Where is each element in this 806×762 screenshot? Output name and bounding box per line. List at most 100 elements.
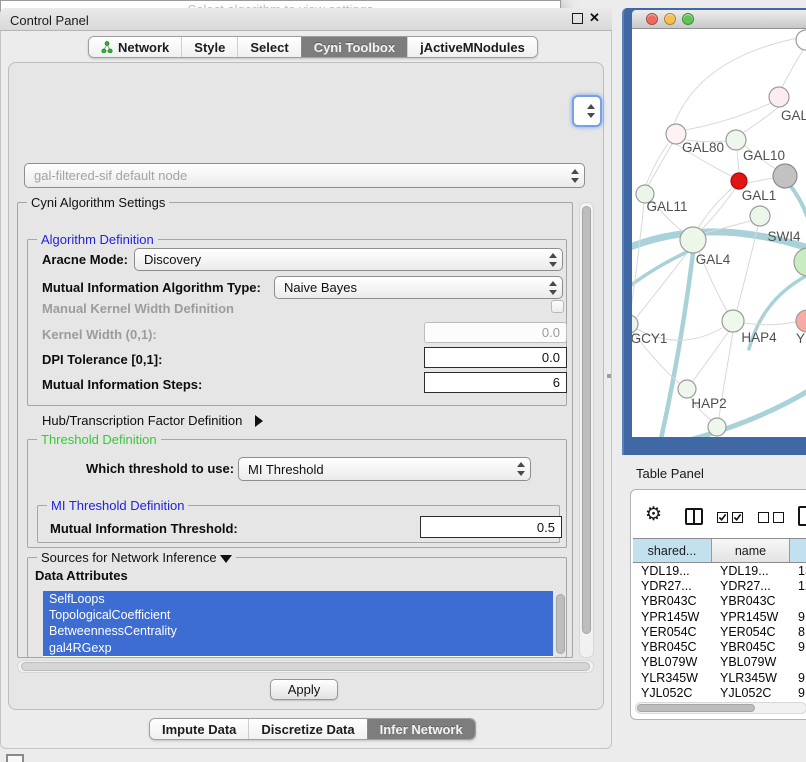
tab-label: Select [250, 40, 288, 55]
gear-icon[interactable]: ⚙ [645, 505, 662, 524]
manual-kernel-label: Manual Kernel Width Definition [42, 301, 234, 316]
tab-select[interactable]: Select [237, 37, 300, 57]
mi-type-combo[interactable]: Naive Bayes [274, 276, 563, 299]
combo-stepper-icon [547, 253, 558, 267]
tab-infer-network[interactable]: Infer Network [367, 719, 475, 739]
manual-kernel-checkbox[interactable] [551, 300, 564, 313]
attribute-item[interactable]: SelfLoops [43, 591, 553, 607]
table-cell: YBR045C [633, 640, 712, 654]
close-icon[interactable]: ✕ [589, 10, 600, 26]
mi-steps-field[interactable]: 6 [424, 372, 567, 393]
tab-discretize-data[interactable]: Discretize Data [248, 719, 366, 739]
network-node-label: GAL10 [743, 148, 785, 163]
network-edge [648, 144, 672, 186]
table-row[interactable]: YDL19...YDL19...13 [633, 563, 806, 578]
network-node[interactable] [794, 248, 806, 276]
checked-box-icon[interactable] [732, 512, 743, 523]
aracne-mode-combo[interactable]: Discovery [134, 248, 563, 271]
tab-network[interactable]: Network [89, 37, 181, 57]
network-node-label: HAP4 [741, 330, 777, 345]
table-row[interactable]: YJL052CYJL052C9 [633, 685, 806, 700]
column-header-name[interactable]: name [712, 539, 790, 562]
network-node[interactable] [796, 30, 806, 50]
network-node-label: GCY1 [632, 331, 667, 346]
collapse-down-icon [220, 555, 232, 563]
table-cell: YBR043C [633, 594, 712, 608]
settings-vscrollbar-thumb[interactable] [582, 206, 591, 634]
attribute-item[interactable]: gal4RGexp [43, 640, 553, 656]
close-traffic-icon[interactable] [646, 13, 658, 25]
bottom-tabbar: Impute Data Discretize DataInfer Network [149, 718, 476, 740]
aracne-mode-label: Aracne Mode: [42, 252, 128, 267]
kernel-width-field[interactable]: 0.0 [424, 322, 567, 343]
network-node[interactable] [731, 173, 747, 189]
table-hscrollbar-thumb[interactable] [637, 704, 755, 712]
column-header-extra[interactable] [790, 539, 806, 562]
network-canvas[interactable]: GALGAL80GAL10GAL1GAL11SWI4GAL4GCY1HAP4YH… [632, 29, 806, 437]
table-row[interactable]: YDR27...YDR27...12 [633, 578, 806, 593]
apply-button[interactable]: Apply [270, 679, 338, 700]
zoom-traffic-icon[interactable] [682, 13, 694, 25]
network-node[interactable] [708, 418, 726, 436]
mi-threshold-field[interactable]: 0.5 [420, 516, 562, 538]
table-cell: YJL052C [712, 686, 790, 700]
network-edge [737, 226, 758, 310]
network-selector-combo[interactable]: gal-filtered-sif default node [24, 163, 585, 188]
network-node[interactable] [750, 206, 770, 226]
table-row[interactable]: YLR345WYLR345W9. [633, 670, 806, 685]
inference-algorithm-combo-fragment[interactable] [572, 95, 602, 127]
unchecked-box-icon[interactable] [773, 512, 784, 523]
column-header-shared...[interactable]: shared... [633, 539, 712, 562]
table-row[interactable]: YER054CYER054C8. [633, 624, 806, 639]
table-row[interactable]: YBL079WYBL079W [633, 655, 806, 670]
network-edge [781, 45, 806, 89]
table-cell: YBR043C [712, 594, 790, 608]
which-threshold-label: Which threshold to use: [86, 461, 234, 476]
network-window-titlebar[interactable] [632, 10, 806, 29]
hub-definition-label: Hub/Transcription Factor Definition [42, 413, 242, 428]
network-edge [632, 252, 687, 300]
network-node[interactable] [796, 310, 806, 332]
unchecked-box-icon[interactable] [758, 512, 769, 523]
document-icon[interactable] [798, 506, 806, 526]
float-window-button[interactable] [572, 13, 583, 24]
table-cell: 9. [790, 671, 806, 685]
table-cell: 13 [790, 564, 806, 578]
minimize-traffic-icon[interactable] [664, 13, 676, 25]
tab-impute-data[interactable]: Impute Data [150, 719, 248, 739]
table-cell: YPR145W [633, 610, 712, 624]
table-row[interactable]: YPR145WYPR145W9. [633, 609, 806, 624]
table-row[interactable]: YBR043CYBR043C [633, 594, 806, 609]
split-columns-icon[interactable] [685, 508, 703, 525]
tab-jactivemnodules[interactable]: jActiveMNodules [407, 37, 537, 57]
attributes-scrollbar-thumb[interactable] [556, 594, 565, 654]
attribute-item[interactable]: TopologicalCoefficient [43, 607, 553, 623]
table-cell: 8. [790, 625, 806, 639]
sources-legend[interactable]: Sources for Network Inference [37, 550, 236, 565]
hub-definition-disclosure[interactable]: Hub/Transcription Factor Definition [42, 413, 263, 428]
network-canvas-svg: GALGAL80GAL10GAL1GAL11SWI4GAL4GCY1HAP4YH… [632, 29, 806, 437]
cyni-settings-legend: Cyni Algorithm Settings [27, 195, 169, 210]
dpi-tolerance-field[interactable]: 0.0 [424, 347, 567, 368]
network-node-label: GAL4 [696, 252, 731, 267]
tab-style[interactable]: Style [181, 37, 237, 57]
network-node[interactable] [726, 130, 746, 150]
mi-type-label: Mutual Information Algorithm Type: [42, 280, 261, 295]
network-edge [698, 188, 732, 228]
network-node-label: GAL11 [646, 199, 687, 214]
settings-hscrollbar-thumb[interactable] [21, 662, 590, 671]
network-node[interactable] [722, 310, 744, 332]
which-threshold-combo[interactable]: MI Threshold [238, 457, 531, 481]
table-row[interactable]: YBR045CYBR045C9. [633, 639, 806, 654]
data-attributes-list: SelfLoopsTopologicalCoefficientBetweenne… [43, 591, 553, 657]
checked-box-icon[interactable] [717, 512, 728, 523]
network-node[interactable] [769, 87, 789, 107]
network-edge [744, 107, 779, 132]
tab-label: Cyni Toolbox [314, 40, 395, 55]
tab-cyni-toolbox[interactable]: Cyni Toolbox [301, 37, 407, 57]
tab-label: Impute Data [162, 722, 236, 737]
network-node[interactable] [680, 227, 706, 253]
attribute-item[interactable]: BetweennessCentrality [43, 623, 553, 639]
network-node[interactable] [773, 164, 797, 188]
splitter-handle[interactable] [607, 374, 611, 378]
